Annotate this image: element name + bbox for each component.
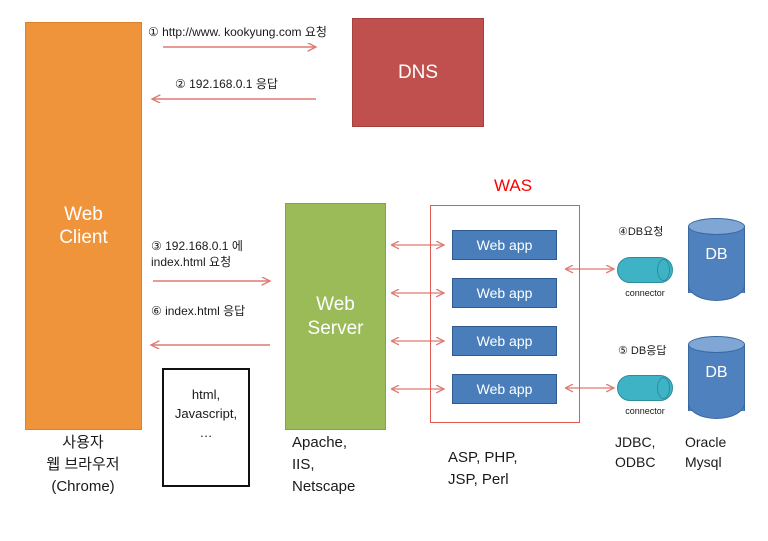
- db-cylinder-top-icon: [688, 336, 745, 353]
- connector-stack-caption: JDBC, ODBC: [615, 434, 656, 471]
- web-app-label: Web app: [476, 381, 533, 397]
- connector-cap-icon: [657, 377, 670, 399]
- web-app-node[interactable]: Web app: [452, 230, 557, 260]
- step-2-label: ② 192.168.0.1 응답: [175, 77, 278, 91]
- dns-node[interactable]: DNS: [352, 18, 484, 127]
- web-app-node[interactable]: Web app: [452, 374, 557, 404]
- step-5-label: ⑤ DB응답: [618, 345, 667, 357]
- was-caption: ASP, PHP, JSP, Perl: [448, 449, 518, 488]
- web-app-node[interactable]: Web app: [452, 326, 557, 356]
- database-node[interactable]: DB: [688, 218, 745, 301]
- step-6-label: ⑥ index.html 응답: [151, 304, 246, 318]
- step-1-label: ① http://www. kookyung.com 요청: [148, 25, 327, 39]
- web-server-label: Web Server: [307, 294, 364, 339]
- database-caption: Oracle Mysql: [685, 434, 727, 471]
- web-app-node[interactable]: Web app: [452, 278, 557, 308]
- diagram-canvas: Web Client DNS Web Server html, Javascri…: [0, 0, 768, 541]
- web-app-label: Web app: [476, 285, 533, 301]
- db-cylinder-bottom-icon: [688, 285, 745, 301]
- web-app-label: Web app: [476, 237, 533, 253]
- web-app-label: Web app: [476, 333, 533, 349]
- connector-cap-icon: [657, 259, 670, 281]
- connector-node[interactable]: [617, 375, 673, 401]
- db-cylinder-bottom-icon: [688, 403, 745, 419]
- connector-node[interactable]: [617, 257, 673, 283]
- connector-caption: connector: [625, 406, 665, 416]
- connector-caption: connector: [625, 288, 665, 298]
- db-cylinder-top-icon: [688, 218, 745, 235]
- was-title: WAS: [493, 176, 533, 195]
- web-server-caption: Apache, IIS, Netscape: [292, 434, 356, 495]
- web-client-node[interactable]: Web Client: [25, 22, 142, 430]
- client-assets-node[interactable]: html, Javascript, …: [162, 368, 250, 487]
- database-node[interactable]: DB: [688, 336, 745, 419]
- database-label: DB: [705, 364, 728, 381]
- database-label: DB: [705, 246, 728, 263]
- web-server-node[interactable]: Web Server: [285, 203, 386, 430]
- web-client-label: Web Client: [59, 203, 108, 248]
- step-4-label: ④DB요청: [618, 226, 664, 238]
- dns-label: DNS: [397, 61, 439, 83]
- client-caption: 사용자 웹 브라우저 (Chrome): [46, 434, 120, 495]
- client-assets-label: html, Javascript, …: [174, 387, 238, 440]
- step-3-label: ③ 192.168.0.1 에 index.html 요청: [151, 239, 243, 270]
